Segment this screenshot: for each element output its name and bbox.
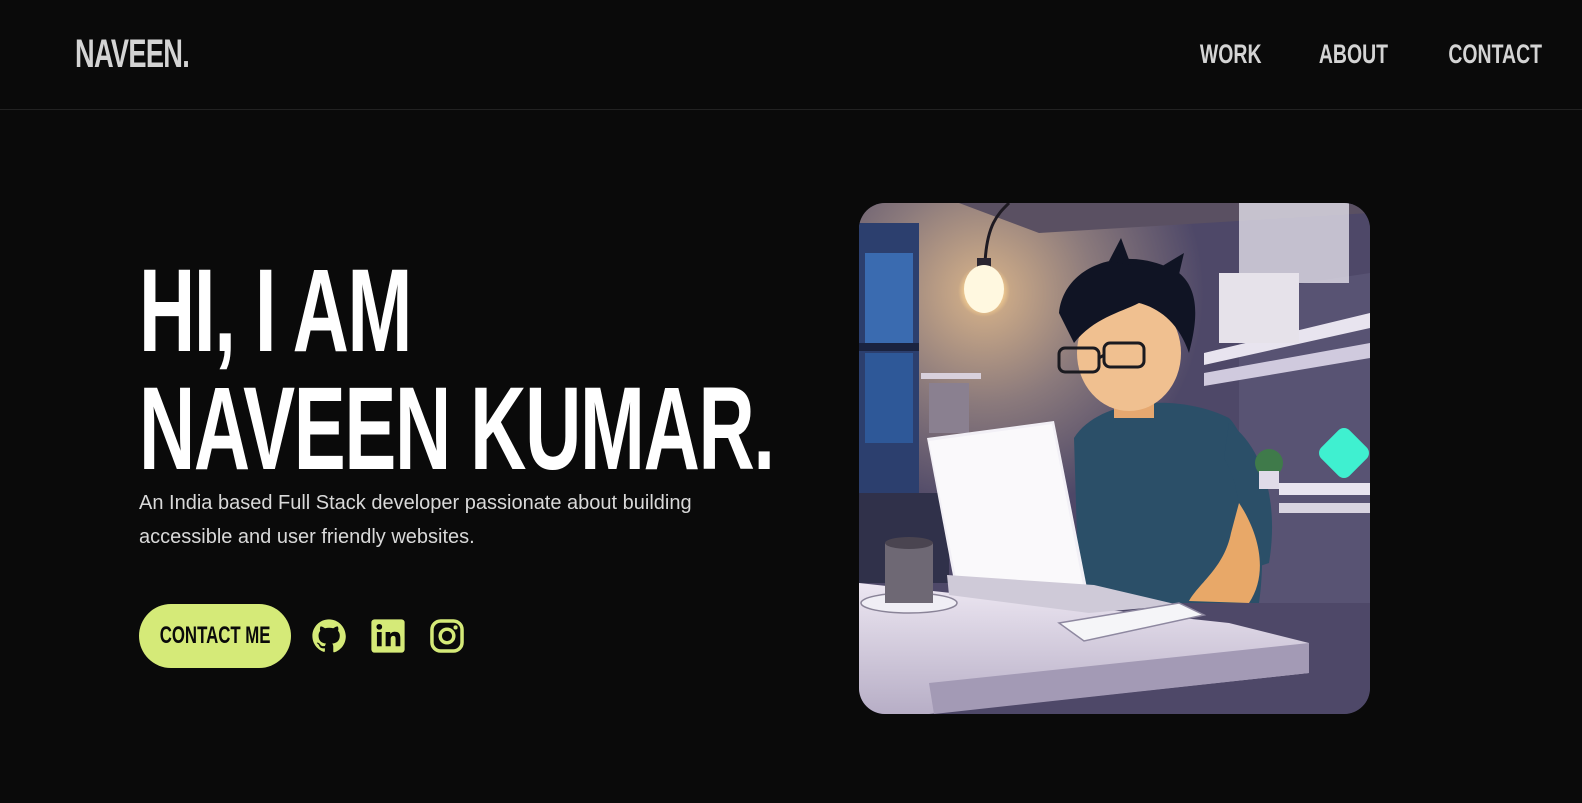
site-logo[interactable]: NAVEEN. <box>75 30 190 78</box>
instagram-link[interactable] <box>427 616 467 656</box>
linkedin-link[interactable] <box>368 616 408 656</box>
developer-illustration <box>859 203 1370 714</box>
linkedin-icon <box>371 619 405 653</box>
github-link[interactable] <box>309 616 349 656</box>
site-header: NAVEEN. WORK ABOUT CONTACT <box>0 0 1582 110</box>
hero-title-line-2: NAVEEN KUMAR. <box>139 363 775 495</box>
instagram-icon <box>430 619 464 653</box>
hero-description: An India based Full Stack developer pass… <box>139 492 692 548</box>
profile-illustration <box>859 203 1370 714</box>
contact-me-label: CONTACT ME <box>159 622 271 649</box>
contact-me-button[interactable]: CONTACT ME <box>139 604 291 668</box>
hero-title-line-1: HI, I AM <box>139 245 412 377</box>
nav-link-contact[interactable]: CONTACT <box>1448 38 1542 70</box>
main-nav: WORK ABOUT CONTACT <box>1176 38 1542 70</box>
nav-link-about[interactable]: ABOUT <box>1319 38 1388 70</box>
github-icon <box>312 619 346 653</box>
nav-link-work[interactable]: WORK <box>1200 38 1262 70</box>
hero-title: HI, I AM NAVEEN KUMAR. <box>139 245 775 495</box>
